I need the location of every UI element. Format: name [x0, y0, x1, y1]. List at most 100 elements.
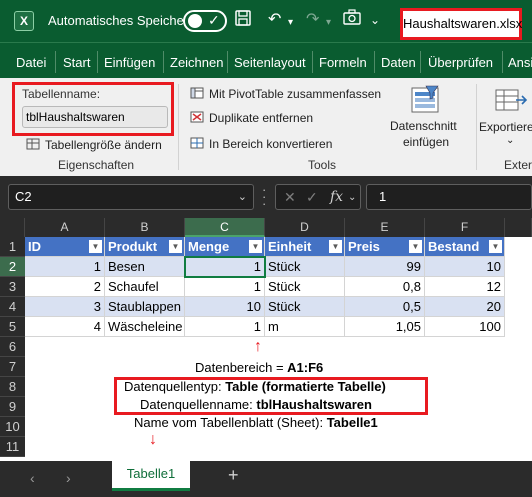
table-cell[interactable]: 1: [25, 257, 105, 277]
autosave-label: Automatisches Speichern: [48, 13, 196, 28]
table-cell[interactable]: Stück: [265, 277, 345, 297]
table-cell[interactable]: 1,05: [345, 317, 425, 337]
filter-dropdown-icon[interactable]: ▼: [169, 240, 182, 253]
chevron-down-icon[interactable]: ⌄: [238, 185, 247, 209]
export-dropdown-icon[interactable]: ⌄: [506, 135, 514, 146]
select-all-corner[interactable]: [0, 218, 25, 237]
redo-dropdown-icon[interactable]: ▾: [326, 12, 331, 34]
row-header-8[interactable]: 8: [0, 377, 25, 397]
remove-duplicates-button[interactable]: Duplikate entfernen: [190, 111, 313, 125]
column-header-f[interactable]: F: [425, 218, 505, 237]
arrow-up-icon: ↑: [254, 338, 262, 355]
formula-input[interactable]: 1: [366, 184, 532, 210]
row-header-9[interactable]: 9: [0, 397, 25, 417]
filter-dropdown-icon[interactable]: ▼: [489, 240, 502, 253]
table-cell[interactable]: Besen: [105, 257, 185, 277]
convert-range-button[interactable]: In Bereich konvertieren: [190, 137, 332, 151]
row-header-10[interactable]: 10: [0, 417, 25, 437]
annotation-name: Datenquellenname: tblHaushaltswaren: [140, 397, 372, 412]
camera-icon[interactable]: [343, 9, 361, 32]
more-options-icon[interactable]: · · ·: [262, 183, 266, 210]
row-header-5[interactable]: 5: [0, 317, 25, 337]
tab-start[interactable]: Start: [63, 55, 90, 70]
slicer-label-line1[interactable]: Datenschnitt: [390, 119, 457, 133]
save-icon[interactable]: [234, 9, 252, 34]
table-cell[interactable]: Schaufel: [105, 277, 185, 297]
table-cell[interactable]: 3: [25, 297, 105, 317]
table-cell[interactable]: Wäscheleine: [105, 317, 185, 337]
resize-table-icon: [26, 138, 40, 150]
sheet-tab-tabelle1[interactable]: Tabelle1: [112, 461, 190, 491]
table-cell[interactable]: Staublappen: [105, 297, 185, 317]
table-cell[interactable]: 0,8: [345, 277, 425, 297]
row-header-1[interactable]: 1: [0, 237, 25, 257]
previous-sheet-icon[interactable]: ‹: [30, 470, 35, 486]
resize-table-button[interactable]: Tabellengröße ändern: [26, 138, 162, 152]
title-bar: X Automatisches Speichern ✓ ↶ ▾ ↷ ▾ ⌄ Ha…: [0, 0, 532, 42]
filter-dropdown-icon[interactable]: ▼: [89, 240, 102, 253]
row-header-3[interactable]: 3: [0, 277, 25, 297]
confirm-icon[interactable]: ✓: [306, 189, 318, 206]
table-cell[interactable]: 20: [425, 297, 505, 317]
tab-ueberpruefen[interactable]: Überprüfen: [428, 55, 493, 70]
chevron-down-icon[interactable]: ⌄: [348, 192, 356, 203]
slicer-label-line2[interactable]: einfügen: [403, 135, 449, 149]
table-cell[interactable]: 1: [185, 277, 265, 297]
filter-dropdown-icon[interactable]: ▼: [409, 240, 422, 253]
table-cell[interactable]: 2: [25, 277, 105, 297]
table-cell[interactable]: 99: [345, 257, 425, 277]
table-cell[interactable]: m: [265, 317, 345, 337]
tab-formeln[interactable]: Formeln: [319, 55, 367, 70]
sheet-tab-bar: ‹ › Tabelle1 +: [0, 461, 532, 497]
tab-einfuegen[interactable]: Einfügen: [104, 55, 155, 70]
table-cell[interactable]: 12: [425, 277, 505, 297]
column-header-e[interactable]: E: [345, 218, 425, 237]
tab-ansicht[interactable]: Ansi: [508, 55, 532, 70]
annotation-name-prefix: Datenquellenname:: [140, 397, 257, 412]
table-cell[interactable]: 1: [185, 317, 265, 337]
redo-icon[interactable]: ↷: [306, 9, 319, 31]
column-header-d[interactable]: D: [265, 218, 345, 237]
filter-dropdown-icon[interactable]: ▼: [329, 240, 342, 253]
table-cell[interactable]: 100: [425, 317, 505, 337]
row-header-4[interactable]: 4: [0, 297, 25, 317]
customize-toolbar-icon[interactable]: ⌄: [370, 9, 380, 31]
check-icon: ✓: [208, 12, 220, 28]
insert-function-icon[interactable]: fx: [330, 189, 343, 205]
pivottable-button[interactable]: Mit PivotTable zusammenfassen: [190, 87, 381, 101]
name-box[interactable]: C2 ⌄: [8, 184, 254, 210]
table-cell[interactable]: Stück: [265, 257, 345, 277]
tab-zeichnen[interactable]: Zeichnen: [170, 55, 223, 70]
row-header-2[interactable]: 2: [0, 257, 25, 277]
column-header-c[interactable]: C: [185, 218, 265, 237]
undo-dropdown-icon[interactable]: ▾: [288, 12, 293, 34]
row-header-11[interactable]: 11: [0, 437, 25, 457]
autosave-toggle[interactable]: ✓: [183, 10, 227, 32]
slicer-icon[interactable]: [408, 84, 442, 116]
export-label[interactable]: Exportiere: [479, 120, 532, 134]
column-header-a[interactable]: A: [25, 218, 105, 237]
column-header-b[interactable]: B: [105, 218, 185, 237]
table-cell[interactable]: 10: [425, 257, 505, 277]
export-icon[interactable]: [494, 84, 528, 116]
undo-icon[interactable]: ↶: [268, 9, 281, 31]
add-sheet-icon[interactable]: +: [228, 465, 239, 486]
table-cell[interactable]: 0,5: [345, 297, 425, 317]
menu-divider: [502, 51, 503, 73]
row-header-7[interactable]: 7: [0, 357, 25, 377]
table-cell[interactable]: Stück: [265, 297, 345, 317]
cancel-icon[interactable]: ✕: [284, 189, 296, 206]
formula-buttons: ✕ ✓ fx ⌄: [275, 184, 361, 210]
filter-dropdown-icon[interactable]: ▼: [249, 240, 262, 253]
tab-datei[interactable]: Datei: [16, 55, 46, 70]
table-cell[interactable]: 10: [185, 297, 265, 317]
row-header-6[interactable]: 6: [0, 337, 25, 357]
column-header-g[interactable]: [505, 218, 532, 237]
excel-logo-icon: X: [14, 11, 34, 31]
tab-seitenlayout[interactable]: Seitenlayout: [234, 55, 306, 70]
table-name-input[interactable]: tblHaushaltswaren: [22, 106, 168, 128]
group-divider: [476, 84, 477, 170]
tab-daten[interactable]: Daten: [381, 55, 416, 70]
next-sheet-icon[interactable]: ›: [66, 470, 71, 486]
table-cell[interactable]: 4: [25, 317, 105, 337]
